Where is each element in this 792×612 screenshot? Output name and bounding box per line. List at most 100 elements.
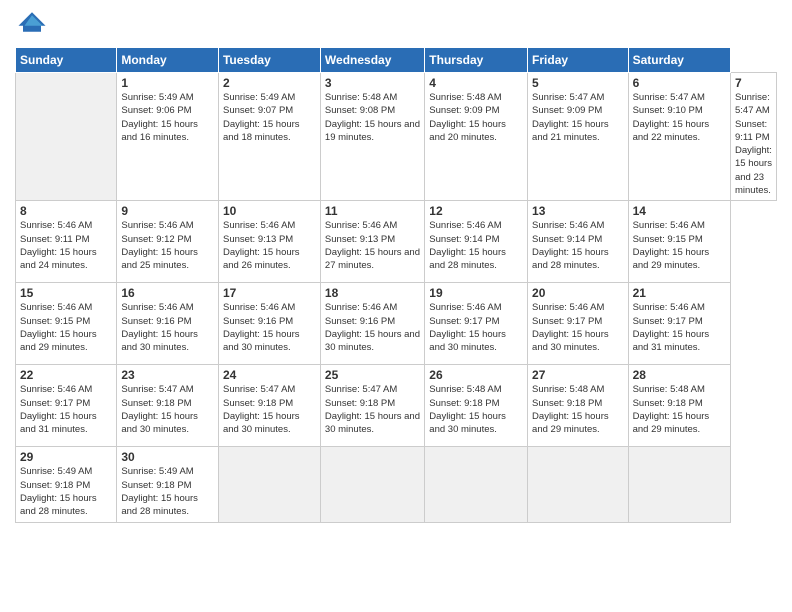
day-info: Sunrise: 5:47 AMSunset: 9:11 PMDaylight:… <box>735 91 772 197</box>
col-header-wednesday: Wednesday <box>320 48 424 73</box>
day-info: Sunrise: 5:46 AMSunset: 9:14 PMDaylight:… <box>429 219 523 272</box>
empty-cell <box>320 447 424 522</box>
day-info: Sunrise: 5:46 AMSunset: 9:16 PMDaylight:… <box>325 301 420 354</box>
day-cell-8: 8Sunrise: 5:46 AMSunset: 9:11 PMDaylight… <box>16 201 117 283</box>
day-info: Sunrise: 5:48 AMSunset: 9:08 PMDaylight:… <box>325 91 420 144</box>
day-cell-20: 20Sunrise: 5:46 AMSunset: 9:17 PMDayligh… <box>528 283 629 365</box>
day-number: 27 <box>532 368 624 382</box>
day-cell-14: 14Sunrise: 5:46 AMSunset: 9:15 PMDayligh… <box>628 201 730 283</box>
empty-cell <box>425 447 528 522</box>
day-number: 15 <box>20 286 112 300</box>
day-info: Sunrise: 5:46 AMSunset: 9:11 PMDaylight:… <box>20 219 112 272</box>
day-cell-16: 16Sunrise: 5:46 AMSunset: 9:16 PMDayligh… <box>117 283 219 365</box>
day-cell-30: 30Sunrise: 5:49 AMSunset: 9:18 PMDayligh… <box>117 447 219 522</box>
week-row-0: 1Sunrise: 5:49 AMSunset: 9:06 PMDaylight… <box>16 73 777 201</box>
calendar-table: SundayMondayTuesdayWednesdayThursdayFrid… <box>15 47 777 523</box>
day-info: Sunrise: 5:46 AMSunset: 9:13 PMDaylight:… <box>325 219 420 272</box>
day-cell-18: 18Sunrise: 5:46 AMSunset: 9:16 PMDayligh… <box>320 283 424 365</box>
col-header-saturday: Saturday <box>628 48 730 73</box>
day-number: 9 <box>121 204 214 218</box>
day-info: Sunrise: 5:48 AMSunset: 9:18 PMDaylight:… <box>532 383 624 436</box>
day-cell-7: 7Sunrise: 5:47 AMSunset: 9:11 PMDaylight… <box>730 73 776 201</box>
header <box>15 10 777 39</box>
col-header-tuesday: Tuesday <box>218 48 320 73</box>
day-number: 21 <box>633 286 726 300</box>
day-number: 26 <box>429 368 523 382</box>
day-info: Sunrise: 5:46 AMSunset: 9:12 PMDaylight:… <box>121 219 214 272</box>
day-number: 30 <box>121 450 214 464</box>
day-info: Sunrise: 5:47 AMSunset: 9:10 PMDaylight:… <box>633 91 726 144</box>
day-info: Sunrise: 5:49 AMSunset: 9:07 PMDaylight:… <box>223 91 316 144</box>
day-number: 8 <box>20 204 112 218</box>
empty-cell <box>16 73 117 201</box>
day-cell-9: 9Sunrise: 5:46 AMSunset: 9:12 PMDaylight… <box>117 201 219 283</box>
day-number: 10 <box>223 204 316 218</box>
week-row-2: 15Sunrise: 5:46 AMSunset: 9:15 PMDayligh… <box>16 283 777 365</box>
col-header-monday: Monday <box>117 48 219 73</box>
day-cell-6: 6Sunrise: 5:47 AMSunset: 9:10 PMDaylight… <box>628 73 730 201</box>
day-info: Sunrise: 5:46 AMSunset: 9:13 PMDaylight:… <box>223 219 316 272</box>
day-info: Sunrise: 5:49 AMSunset: 9:06 PMDaylight:… <box>121 91 214 144</box>
day-cell-17: 17Sunrise: 5:46 AMSunset: 9:16 PMDayligh… <box>218 283 320 365</box>
week-row-4: 29Sunrise: 5:49 AMSunset: 9:18 PMDayligh… <box>16 447 777 522</box>
day-info: Sunrise: 5:49 AMSunset: 9:18 PMDaylight:… <box>20 465 112 518</box>
day-info: Sunrise: 5:46 AMSunset: 9:16 PMDaylight:… <box>223 301 316 354</box>
day-cell-3: 3Sunrise: 5:48 AMSunset: 9:08 PMDaylight… <box>320 73 424 201</box>
day-cell-23: 23Sunrise: 5:47 AMSunset: 9:18 PMDayligh… <box>117 365 219 447</box>
day-info: Sunrise: 5:49 AMSunset: 9:18 PMDaylight:… <box>121 465 214 518</box>
empty-cell <box>628 447 730 522</box>
day-cell-22: 22Sunrise: 5:46 AMSunset: 9:17 PMDayligh… <box>16 365 117 447</box>
day-cell-15: 15Sunrise: 5:46 AMSunset: 9:15 PMDayligh… <box>16 283 117 365</box>
logo-icon <box>17 10 47 34</box>
day-cell-10: 10Sunrise: 5:46 AMSunset: 9:13 PMDayligh… <box>218 201 320 283</box>
day-number: 16 <box>121 286 214 300</box>
week-row-3: 22Sunrise: 5:46 AMSunset: 9:17 PMDayligh… <box>16 365 777 447</box>
day-info: Sunrise: 5:48 AMSunset: 9:18 PMDaylight:… <box>633 383 726 436</box>
day-info: Sunrise: 5:47 AMSunset: 9:09 PMDaylight:… <box>532 91 624 144</box>
day-number: 1 <box>121 76 214 90</box>
day-info: Sunrise: 5:46 AMSunset: 9:17 PMDaylight:… <box>429 301 523 354</box>
col-header-friday: Friday <box>528 48 629 73</box>
day-info: Sunrise: 5:46 AMSunset: 9:15 PMDaylight:… <box>20 301 112 354</box>
day-cell-29: 29Sunrise: 5:49 AMSunset: 9:18 PMDayligh… <box>16 447 117 522</box>
day-info: Sunrise: 5:48 AMSunset: 9:18 PMDaylight:… <box>429 383 523 436</box>
calendar-header-row: SundayMondayTuesdayWednesdayThursdayFrid… <box>16 48 777 73</box>
day-cell-5: 5Sunrise: 5:47 AMSunset: 9:09 PMDaylight… <box>528 73 629 201</box>
day-cell-27: 27Sunrise: 5:48 AMSunset: 9:18 PMDayligh… <box>528 365 629 447</box>
day-info: Sunrise: 5:46 AMSunset: 9:17 PMDaylight:… <box>633 301 726 354</box>
day-number: 19 <box>429 286 523 300</box>
day-cell-1: 1Sunrise: 5:49 AMSunset: 9:06 PMDaylight… <box>117 73 219 201</box>
day-number: 18 <box>325 286 420 300</box>
col-header-thursday: Thursday <box>425 48 528 73</box>
day-cell-28: 28Sunrise: 5:48 AMSunset: 9:18 PMDayligh… <box>628 365 730 447</box>
day-info: Sunrise: 5:48 AMSunset: 9:09 PMDaylight:… <box>429 91 523 144</box>
day-number: 29 <box>20 450 112 464</box>
day-cell-4: 4Sunrise: 5:48 AMSunset: 9:09 PMDaylight… <box>425 73 528 201</box>
day-number: 4 <box>429 76 523 90</box>
day-cell-24: 24Sunrise: 5:47 AMSunset: 9:18 PMDayligh… <box>218 365 320 447</box>
day-number: 14 <box>633 204 726 218</box>
day-number: 17 <box>223 286 316 300</box>
day-info: Sunrise: 5:47 AMSunset: 9:18 PMDaylight:… <box>325 383 420 436</box>
day-number: 3 <box>325 76 420 90</box>
day-cell-25: 25Sunrise: 5:47 AMSunset: 9:18 PMDayligh… <box>320 365 424 447</box>
day-info: Sunrise: 5:46 AMSunset: 9:14 PMDaylight:… <box>532 219 624 272</box>
day-info: Sunrise: 5:46 AMSunset: 9:17 PMDaylight:… <box>20 383 112 436</box>
day-number: 28 <box>633 368 726 382</box>
day-cell-26: 26Sunrise: 5:48 AMSunset: 9:18 PMDayligh… <box>425 365 528 447</box>
page: SundayMondayTuesdayWednesdayThursdayFrid… <box>0 0 792 612</box>
day-cell-19: 19Sunrise: 5:46 AMSunset: 9:17 PMDayligh… <box>425 283 528 365</box>
day-info: Sunrise: 5:46 AMSunset: 9:17 PMDaylight:… <box>532 301 624 354</box>
day-number: 25 <box>325 368 420 382</box>
week-row-1: 8Sunrise: 5:46 AMSunset: 9:11 PMDaylight… <box>16 201 777 283</box>
day-info: Sunrise: 5:47 AMSunset: 9:18 PMDaylight:… <box>223 383 316 436</box>
day-cell-2: 2Sunrise: 5:49 AMSunset: 9:07 PMDaylight… <box>218 73 320 201</box>
day-number: 24 <box>223 368 316 382</box>
day-number: 7 <box>735 76 772 90</box>
day-info: Sunrise: 5:47 AMSunset: 9:18 PMDaylight:… <box>121 383 214 436</box>
day-number: 6 <box>633 76 726 90</box>
day-number: 12 <box>429 204 523 218</box>
day-number: 22 <box>20 368 112 382</box>
day-cell-13: 13Sunrise: 5:46 AMSunset: 9:14 PMDayligh… <box>528 201 629 283</box>
day-number: 2 <box>223 76 316 90</box>
